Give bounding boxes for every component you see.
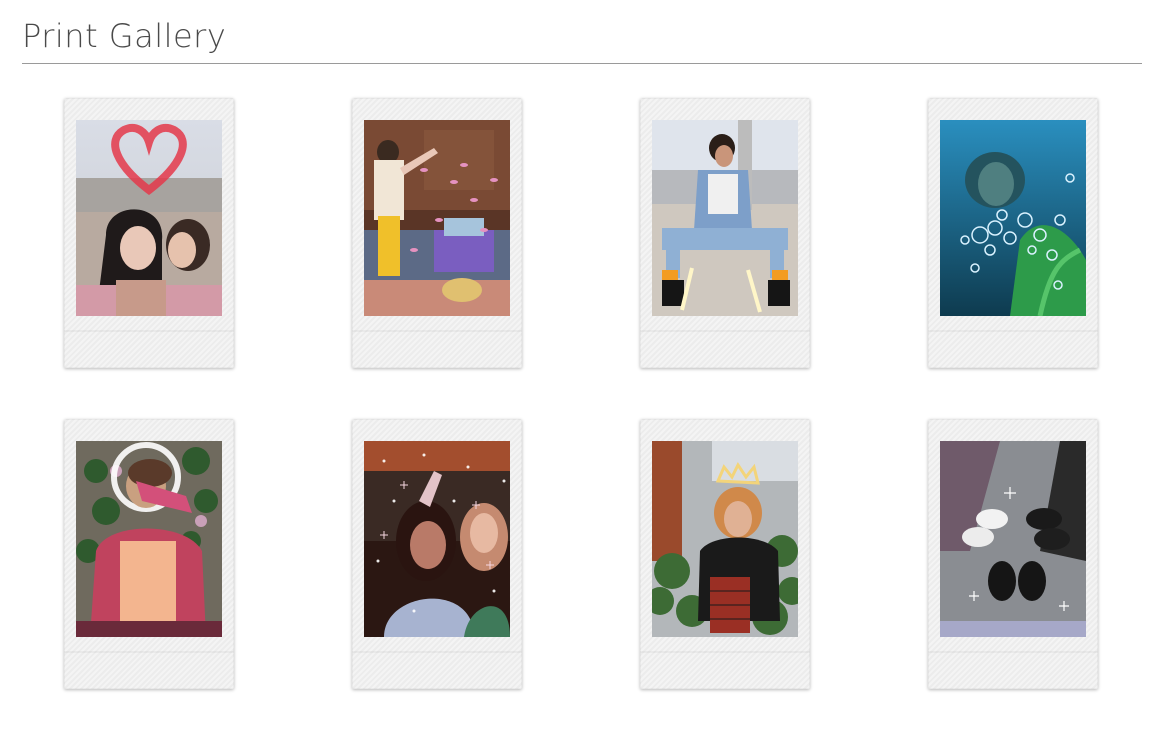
print-card-halo-ivy[interactable] <box>64 419 234 689</box>
photo-crown-garden <box>652 441 798 637</box>
print-photo <box>652 441 798 637</box>
print-frame-band <box>352 330 522 332</box>
print-gallery-grid <box>64 98 1104 698</box>
print-photo <box>652 120 798 316</box>
photo-petals-living-room <box>364 120 510 316</box>
photo-heart-rooftop <box>76 120 222 316</box>
print-photo <box>364 120 510 316</box>
print-photo <box>940 120 1086 316</box>
print-card-petals-living-room[interactable] <box>352 98 522 368</box>
print-photo <box>940 441 1086 637</box>
page-title: Print Gallery <box>22 17 227 55</box>
print-photo <box>76 441 222 637</box>
print-card-shoes-sparkle[interactable] <box>928 419 1098 689</box>
print-frame-band <box>64 330 234 332</box>
photo-halo-ivy <box>76 441 222 637</box>
print-card-underwater-bubbles[interactable] <box>928 98 1098 368</box>
title-divider <box>22 63 1142 64</box>
print-card-sparkle-selfie[interactable] <box>352 419 522 689</box>
photo-rooftop-denim <box>652 120 798 316</box>
print-card-crown-garden[interactable] <box>640 419 810 689</box>
photo-underwater-bubbles <box>940 120 1086 316</box>
print-card-heart-rooftop[interactable] <box>64 98 234 368</box>
print-frame-band <box>640 330 810 332</box>
print-frame-band <box>928 651 1098 653</box>
photo-shoes-sparkle <box>940 441 1086 637</box>
print-frame-band <box>64 651 234 653</box>
gallery-header: Print Gallery <box>22 14 1142 58</box>
print-frame-band <box>640 651 810 653</box>
print-card-rooftop-denim[interactable] <box>640 98 810 368</box>
print-photo <box>364 441 510 637</box>
print-frame-band <box>928 330 1098 332</box>
photo-sparkle-selfie <box>364 441 510 637</box>
print-frame-band <box>352 651 522 653</box>
print-photo <box>76 120 222 316</box>
